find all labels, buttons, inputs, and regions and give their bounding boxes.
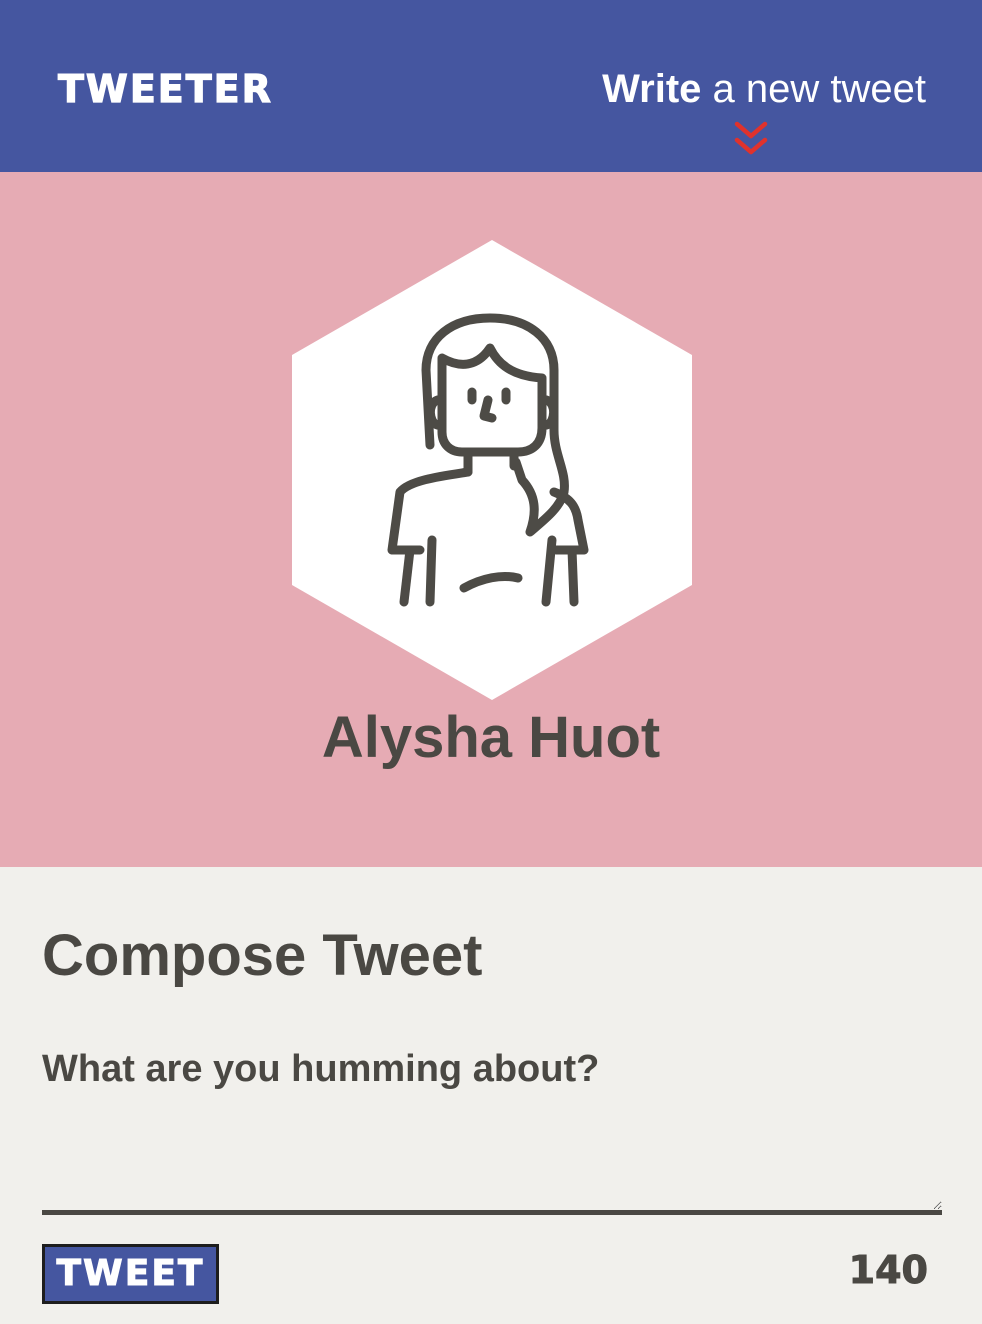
write-new-tweet-toggle[interactable]: Write a new tweet (596, 62, 926, 162)
brand-logo[interactable]: TWEETER (57, 66, 273, 112)
write-label-bold: Write (602, 67, 702, 111)
tweet-button[interactable]: TWEET (42, 1244, 219, 1304)
profile-banner: Alysha Huot (0, 172, 982, 867)
compose-title: Compose Tweet (42, 923, 483, 988)
write-new-tweet-label: Write a new tweet (602, 64, 926, 114)
top-nav: TWEETER Write a new tweet (0, 0, 982, 172)
tweet-textarea[interactable] (42, 1045, 942, 1215)
write-label-rest: a new tweet (701, 67, 926, 111)
double-chevron-down-icon[interactable] (734, 120, 768, 158)
woman-avatar-icon (292, 240, 692, 700)
character-counter: 140 (848, 1248, 928, 1293)
user-name: Alysha Huot (321, 705, 661, 770)
compose-section: Compose Tweet TWEET 140 (0, 867, 982, 1324)
